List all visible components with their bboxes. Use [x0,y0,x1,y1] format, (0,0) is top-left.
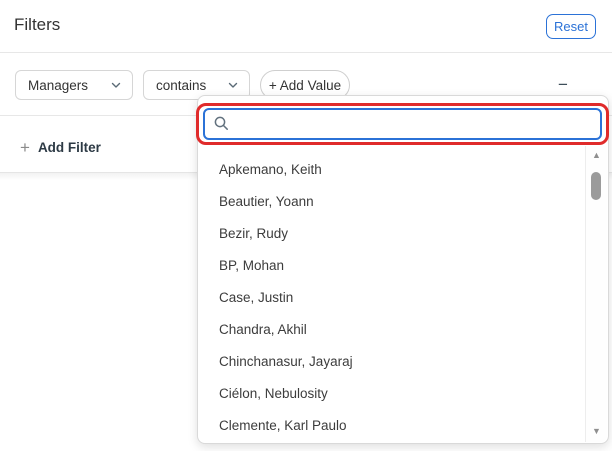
manager-option-list: Apkemano, Keith Beautier, Yoann Bezir, R… [198,153,585,442]
filter-field-value: Managers [28,78,104,93]
list-item[interactable]: Chinchanasur, Jayaraj [198,345,585,377]
add-filter-label: Add Filter [38,140,101,155]
list-item[interactable]: Apkemano, Keith [198,153,585,185]
chevron-down-icon [227,79,239,91]
scroll-up-icon[interactable]: ▲ [586,148,607,162]
search-field-wrap [203,108,602,140]
list-item[interactable]: Bezir, Rudy [198,217,585,249]
filters-page: Filters Reset Managers contains + Add Va… [0,0,612,451]
filter-field-select[interactable]: Managers [15,70,133,100]
scrollbar[interactable]: ▲ ▼ [585,146,607,442]
value-dropdown-panel: Apkemano, Keith Beautier, Yoann Bezir, R… [197,95,609,444]
plus-icon: + [20,139,30,156]
header-divider [0,52,612,53]
page-title: Filters [14,15,60,35]
filter-operator-value: contains [156,78,221,93]
list-item[interactable]: Chandra, Akhil [198,313,585,345]
list-item[interactable]: Beautier, Yoann [198,185,585,217]
reset-button[interactable]: Reset [546,14,596,39]
list-item[interactable]: Case, Justin [198,281,585,313]
list-item[interactable]: Clemente, Karl Paulo [198,409,585,441]
list-item[interactable]: BP, Mohan [198,249,585,281]
search-input[interactable] [203,108,602,140]
scrollbar-thumb[interactable] [591,172,601,200]
add-filter-button[interactable]: + Add Filter [20,133,101,161]
list-item[interactable]: Ciélon, Nebulosity [198,377,585,409]
chevron-down-icon [110,79,122,91]
scroll-down-icon[interactable]: ▼ [586,424,607,438]
